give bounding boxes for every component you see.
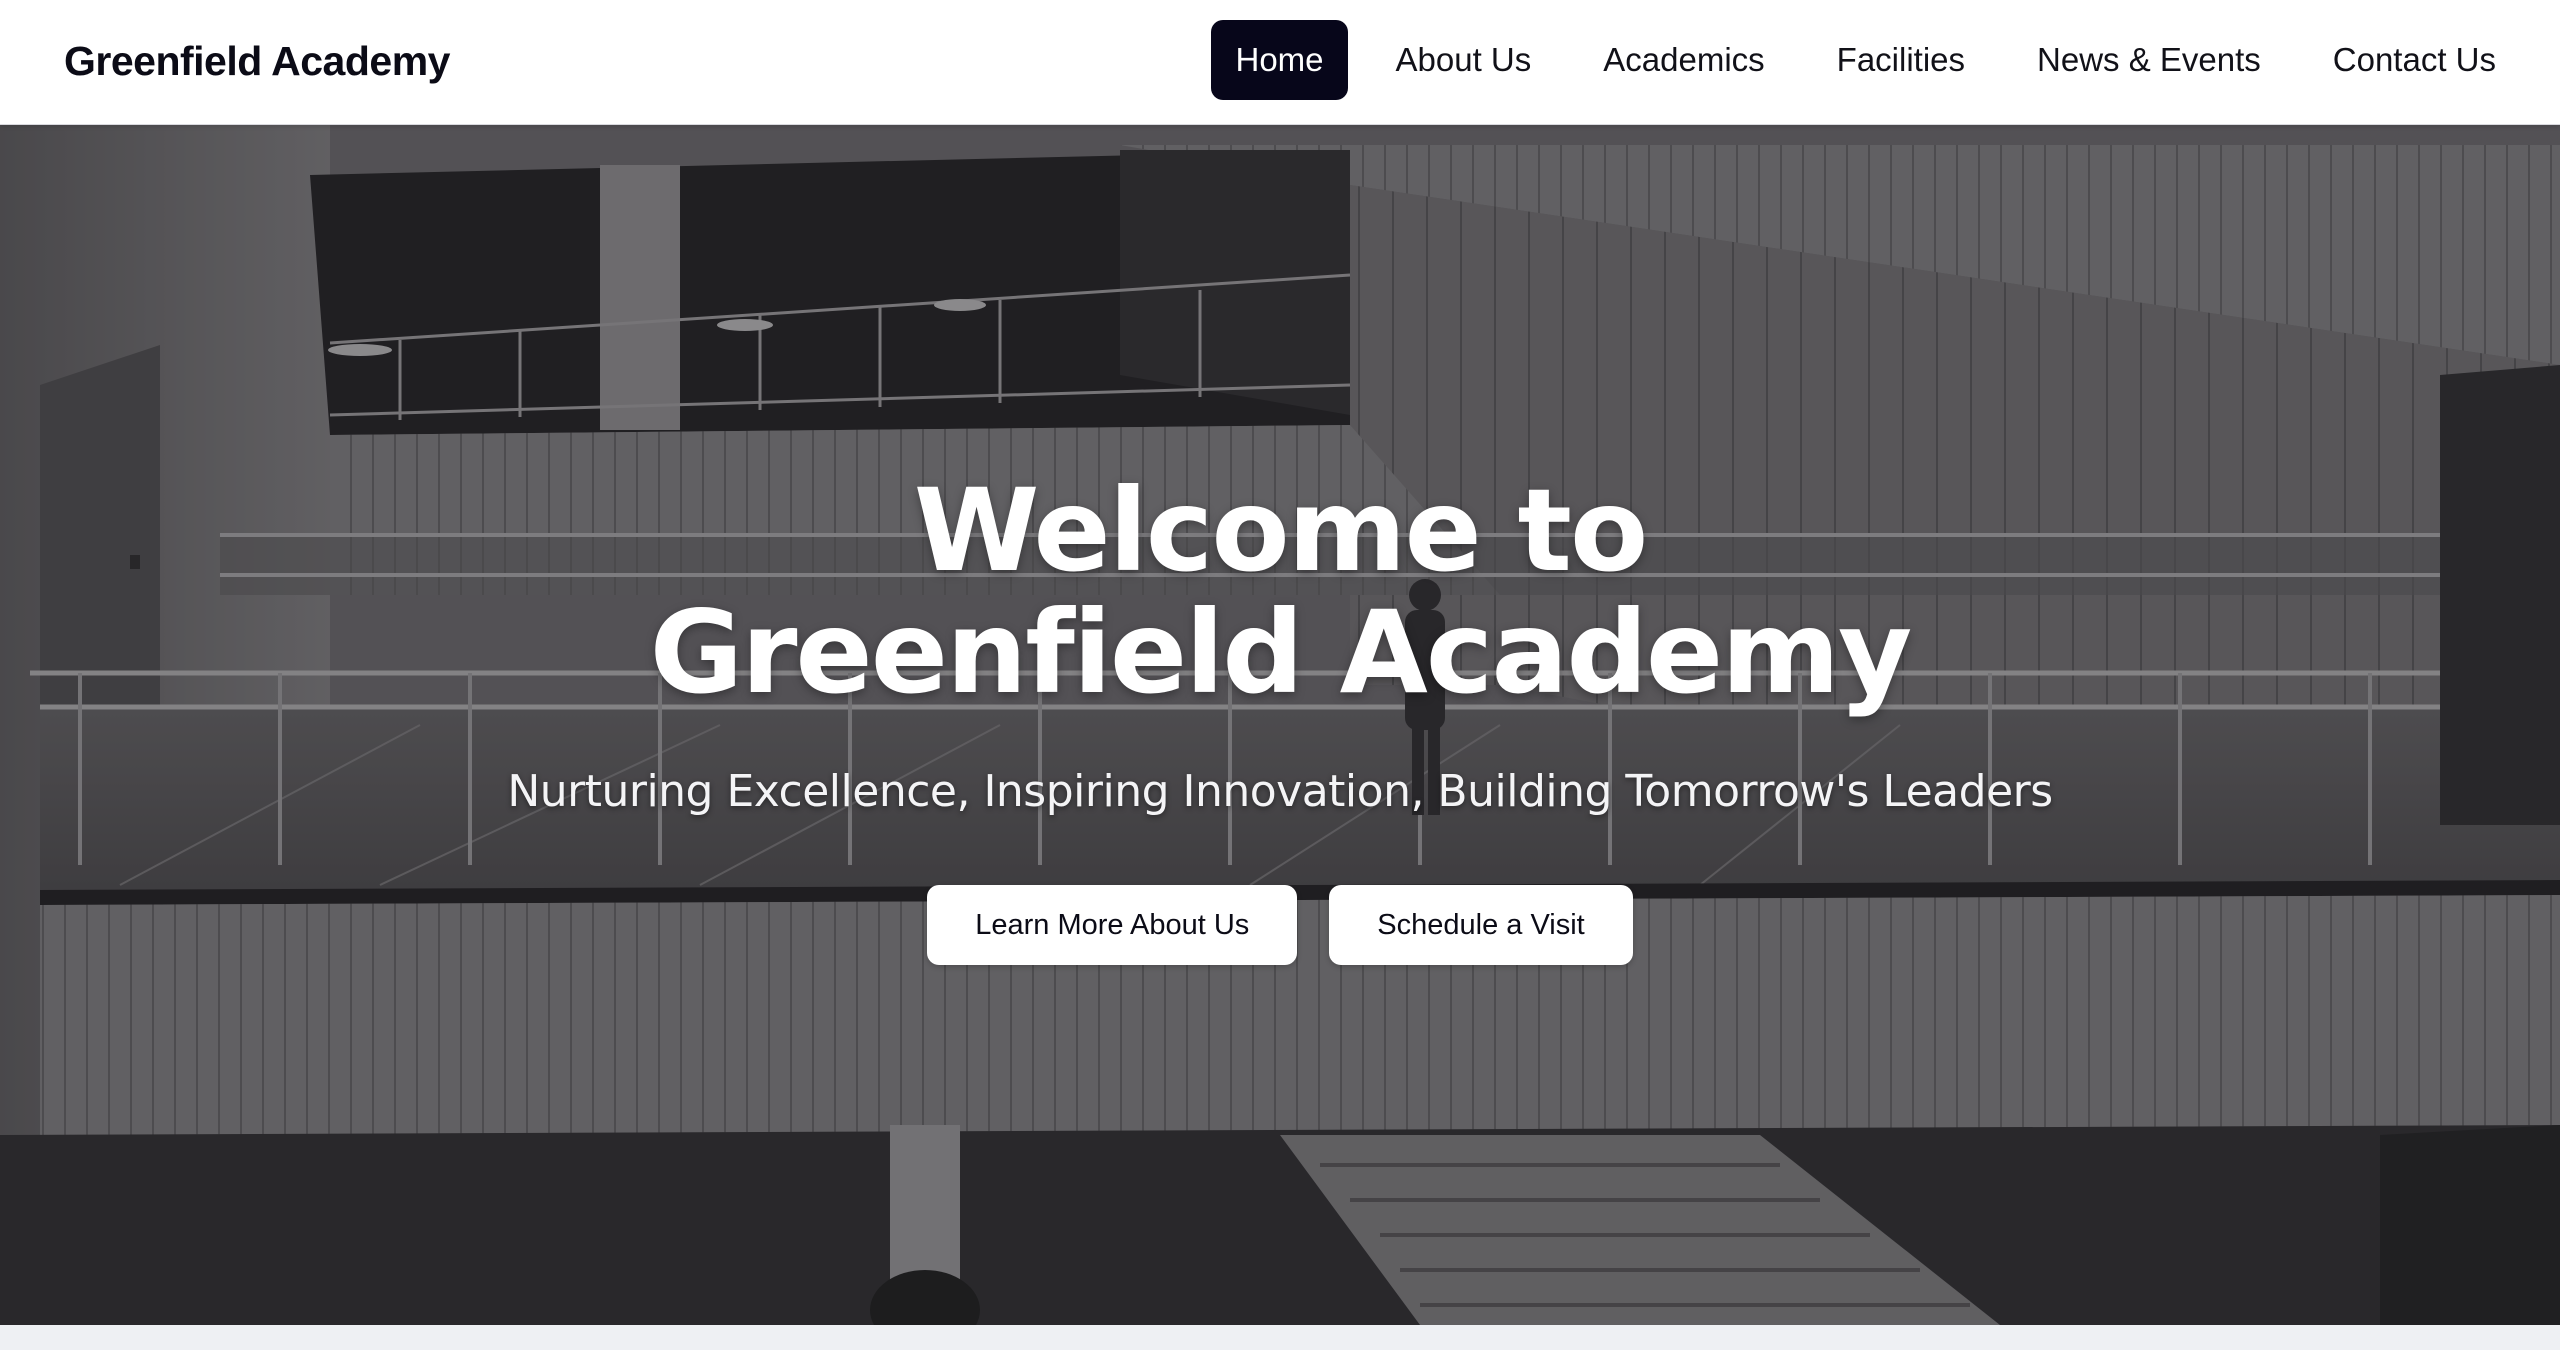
hero-actions: Learn More About Us Schedule a Visit [0,885,2560,965]
nav-contact-us[interactable]: Contact Us [2309,20,2520,100]
site-logo[interactable]: Greenfield Academy [64,0,450,122]
nav-home[interactable]: Home [1211,20,1348,100]
main-nav: Home About Us Academics Facilities News … [1211,20,2520,100]
hero-title: Welcome to Greenfield Academy [649,464,1913,719]
nav-news-events[interactable]: News & Events [2013,20,2285,100]
nav-about-us[interactable]: About Us [1372,20,1556,100]
hero-section: Welcome to Greenfield Academy Nurturing … [0,125,2560,1325]
hero-content: Welcome to Greenfield Academy Nurturing … [0,470,2560,965]
schedule-visit-button[interactable]: Schedule a Visit [1329,885,1633,965]
hero-subtitle: Nurturing Excellence, Inspiring Innovati… [507,766,2053,817]
page-bottom-strip [0,1325,2560,1350]
nav-facilities[interactable]: Facilities [1813,20,1989,100]
site-header: Greenfield Academy Home About Us Academi… [0,0,2560,125]
nav-academics[interactable]: Academics [1579,20,1788,100]
learn-more-button[interactable]: Learn More About Us [927,885,1298,965]
